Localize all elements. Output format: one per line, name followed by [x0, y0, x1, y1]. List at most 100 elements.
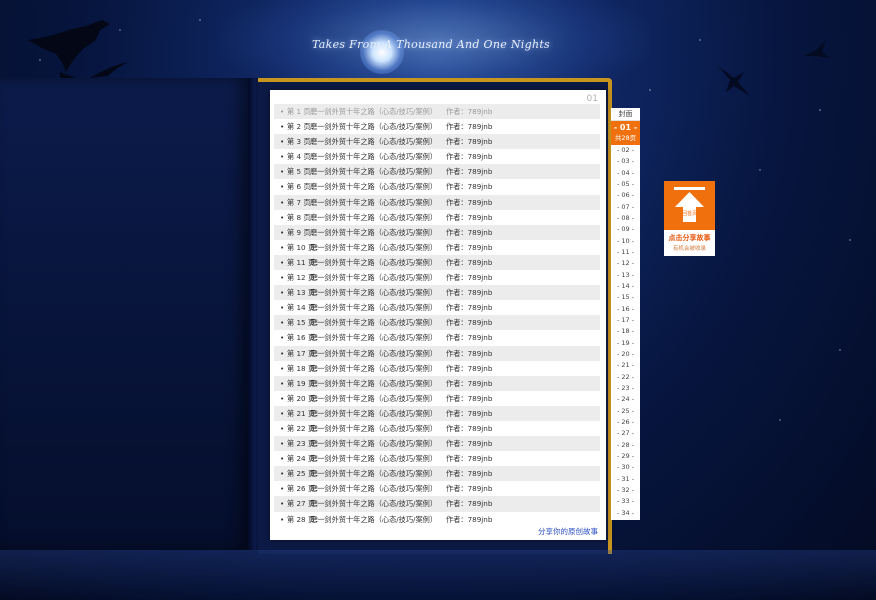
toc-row[interactable]: • 第 26 页： 磨一剑外贸十年之路（心态/技巧/案例） 作者：789jnb	[274, 481, 600, 496]
toc-title: 磨一剑外贸十年之路（心态/技巧/案例）	[310, 197, 438, 207]
toc-author: 作者：789jnb	[446, 363, 493, 373]
nav-page-item[interactable]: - 32 -	[611, 485, 640, 496]
page-number: 01	[586, 94, 598, 104]
toc-row[interactable]: • 第 9 页： 磨一剑外贸十年之路（心态/技巧/案例） 作者：789jnb	[274, 224, 600, 240]
nav-page-item[interactable]: - 05 -	[611, 179, 640, 190]
nav-page-item[interactable]: - 29 -	[611, 451, 640, 462]
toc-row[interactable]: • 第 21 页： 磨一剑外贸十年之路（心态/技巧/案例） 作者：789jnb	[274, 405, 600, 421]
toc-title: 磨一剑外贸十年之路（心态/技巧/案例）	[310, 378, 438, 388]
toc-author: 作者：789jnb	[446, 318, 493, 328]
nav-page-list: - 02 -- 03 -- 04 -- 05 -- 06 -- 07 -- 08…	[611, 145, 640, 519]
bullet-icon: •	[280, 439, 285, 449]
toc-title: 磨一剑外贸十年之路（心态/技巧/案例）	[310, 318, 438, 328]
bullet-icon: •	[280, 167, 285, 177]
toc-row[interactable]: • 第 6 页： 磨一剑外贸十年之路（心态/技巧/案例） 作者：789jnb	[274, 179, 600, 194]
toc-row[interactable]: • 第 19 页： 磨一剑外贸十年之路（心态/技巧/案例） 作者：789jnb	[274, 375, 600, 391]
bullet-icon: •	[280, 137, 285, 147]
nav-page-item[interactable]: - 22 -	[611, 372, 640, 383]
nav-page-item[interactable]: - 09 -	[611, 224, 640, 235]
nav-page-item[interactable]: - 30 -	[611, 462, 640, 473]
toc-title: 磨一剑外贸十年之路（心态/技巧/案例）	[310, 227, 438, 237]
toc-author: 作者：789jnb	[446, 288, 493, 298]
toc-row[interactable]: • 第 20 页： 磨一剑外贸十年之路（心态/技巧/案例） 作者：789jnb	[274, 391, 600, 406]
nav-current-page[interactable]: - 01 - 共28页	[611, 121, 640, 145]
nav-page-item[interactable]: - 04 -	[611, 168, 640, 179]
bullet-icon: •	[280, 107, 285, 116]
toc-title: 磨一剑外贸十年之路（心态/技巧/案例）	[310, 514, 438, 524]
nav-page-item[interactable]: - 15 -	[611, 292, 640, 303]
toc-title: 磨一剑外贸十年之路（心态/技巧/案例）	[310, 423, 438, 433]
toc-row[interactable]: • 第 23 页： 磨一剑外贸十年之路（心态/技巧/案例） 作者：789jnb	[274, 436, 600, 452]
toc-title: 磨一剑外贸十年之路（心态/技巧/案例）	[310, 152, 438, 162]
toc-title: 磨一剑外贸十年之路（心态/技巧/案例）	[310, 303, 438, 313]
toc-title: 磨一剑外贸十年之路（心态/技巧/案例）	[310, 242, 438, 252]
toc-title: 磨一剑外贸十年之路（心态/技巧/案例）	[310, 454, 438, 464]
nav-page-item[interactable]: - 17 -	[611, 315, 640, 326]
toc-row[interactable]: • 第 18 页： 磨一剑外贸十年之路（心态/技巧/案例） 作者：789jnb	[274, 361, 600, 376]
toc-row[interactable]: • 第 8 页： 磨一剑外贸十年之路（心态/技巧/案例） 作者：789jnb	[274, 210, 600, 225]
toc-row[interactable]: • 第 16 页： 磨一剑外贸十年之路（心态/技巧/案例） 作者：789jnb	[274, 330, 600, 345]
toc-row[interactable]: • 第 2 页： 磨一剑外贸十年之路（心态/技巧/案例） 作者：789jnb	[274, 119, 600, 134]
toc-author: 作者：789jnb	[446, 257, 493, 267]
toc-row[interactable]: • 第 13 页： 磨一剑外贸十年之路（心态/技巧/案例） 作者：789jnb	[274, 285, 600, 301]
nav-page-item[interactable]: - 11 -	[611, 247, 640, 258]
toc-row[interactable]: • 第 1 页： 磨一剑外贸十年之路（心态/技巧/案例） 作者：789jnb	[274, 104, 600, 120]
nav-page-item[interactable]: - 06 -	[611, 190, 640, 201]
toc-title: 磨一剑外贸十年之路（心态/技巧/案例）	[310, 363, 438, 373]
bullet-icon: •	[280, 454, 285, 464]
toc-row[interactable]: • 第 7 页： 磨一剑外贸十年之路（心态/技巧/案例） 作者：789jnb	[274, 194, 600, 210]
toc-row[interactable]: • 第 12 页： 磨一剑外贸十年之路（心态/技巧/案例） 作者：789jnb	[274, 270, 600, 285]
toc-row[interactable]: • 第 5 页： 磨一剑外贸十年之路（心态/技巧/案例） 作者：789jnb	[274, 164, 600, 180]
bullet-icon: •	[280, 393, 285, 403]
toc-row[interactable]: • 第 28 页： 磨一剑外贸十年之路（心态/技巧/案例） 作者：789jnb	[274, 512, 600, 527]
toc-row[interactable]: • 第 14 页： 磨一剑外贸十年之路（心态/技巧/案例） 作者：789jnb	[274, 300, 600, 315]
toc-author: 作者：789jnb	[446, 273, 493, 283]
toc-row[interactable]: • 第 3 页： 磨一剑外贸十年之路（心态/技巧/案例） 作者：789jnb	[274, 134, 600, 150]
bullet-icon: •	[280, 197, 285, 207]
toc-row[interactable]: • 第 4 页： 磨一剑外贸十年之路（心态/技巧/案例） 作者：789jnb	[274, 149, 600, 164]
nav-page-item[interactable]: - 12 -	[611, 258, 640, 269]
promo-header: 回首页	[664, 181, 715, 230]
toc-title: 磨一剑外贸十年之路（心态/技巧/案例）	[310, 499, 438, 509]
nav-page-item[interactable]: - 31 -	[611, 474, 640, 485]
nav-page-item[interactable]: - 14 -	[611, 281, 640, 292]
nav-page-item[interactable]: - 28 -	[611, 440, 640, 451]
toc-row[interactable]: • 第 11 页： 磨一剑外贸十年之路（心态/技巧/案例） 作者：789jnb	[274, 254, 600, 271]
toc-title: 磨一剑外贸十年之路（心态/技巧/案例）	[310, 107, 438, 116]
toc-row[interactable]: • 第 25 页： 磨一剑外贸十年之路（心态/技巧/案例） 作者：789jnb	[274, 466, 600, 482]
nav-page-item[interactable]: - 25 -	[611, 406, 640, 417]
nav-page-item[interactable]: - 27 -	[611, 428, 640, 439]
toc-row[interactable]: • 第 22 页： 磨一剑外贸十年之路（心态/技巧/案例） 作者：789jnb	[274, 421, 600, 436]
nav-page-item[interactable]: - 20 -	[611, 349, 640, 360]
nav-page-item[interactable]: - 33 -	[611, 496, 640, 507]
toc-row[interactable]: • 第 10 页： 磨一剑外贸十年之路（心态/技巧/案例） 作者：789jnb	[274, 240, 600, 255]
bullet-icon: •	[280, 318, 285, 328]
toc-row[interactable]: • 第 27 页： 磨一剑外贸十年之路（心态/技巧/案例） 作者：789jnb	[274, 496, 600, 512]
nav-page-item[interactable]: - 24 -	[611, 394, 640, 405]
nav-page-item[interactable]: - 18 -	[611, 326, 640, 337]
toc-author: 作者：789jnb	[446, 408, 493, 418]
nav-page-item[interactable]: - 26 -	[611, 417, 640, 428]
nav-page-item[interactable]: - 19 -	[611, 338, 640, 349]
nav-page-item[interactable]: - 03 -	[611, 156, 640, 167]
nav-page-item[interactable]: - 34 -	[611, 508, 640, 519]
nav-page-item[interactable]: - 21 -	[611, 360, 640, 371]
nav-page-item[interactable]: - 08 -	[611, 213, 640, 224]
share-story-link[interactable]: 分享你的原创故事	[538, 526, 598, 537]
toc-row[interactable]: • 第 15 页： 磨一剑外贸十年之路（心态/技巧/案例） 作者：789jnb	[274, 315, 600, 331]
toc-author: 作者：789jnb	[446, 227, 493, 237]
nav-page-item[interactable]: - 07 -	[611, 202, 640, 213]
nav-page-item[interactable]: - 02 -	[611, 145, 640, 156]
toc-row[interactable]: • 第 24 页： 磨一剑外贸十年之路（心态/技巧/案例） 作者：789jnb	[274, 451, 600, 466]
toc-author: 作者：789jnb	[446, 303, 493, 313]
nav-page-item[interactable]: - 23 -	[611, 383, 640, 394]
nav-page-item[interactable]: - 10 -	[611, 236, 640, 247]
bird-icon	[718, 66, 750, 96]
toc-row[interactable]: • 第 17 页： 磨一剑外贸十年之路（心态/技巧/案例） 作者：789jnb	[274, 345, 600, 361]
nav-page-item[interactable]: - 13 -	[611, 270, 640, 281]
share-story-button[interactable]: 回首页 点击分享故事 有机会被收录	[664, 181, 715, 256]
toc-panel: 01 • 第 1 页： 磨一剑外贸十年之路（心态/技巧/案例） 作者：789jnb • 第…	[270, 90, 606, 540]
nav-cover-button[interactable]: 封面	[611, 108, 640, 121]
toc-author: 作者：789jnb	[446, 484, 493, 494]
nav-page-item[interactable]: - 16 -	[611, 304, 640, 315]
